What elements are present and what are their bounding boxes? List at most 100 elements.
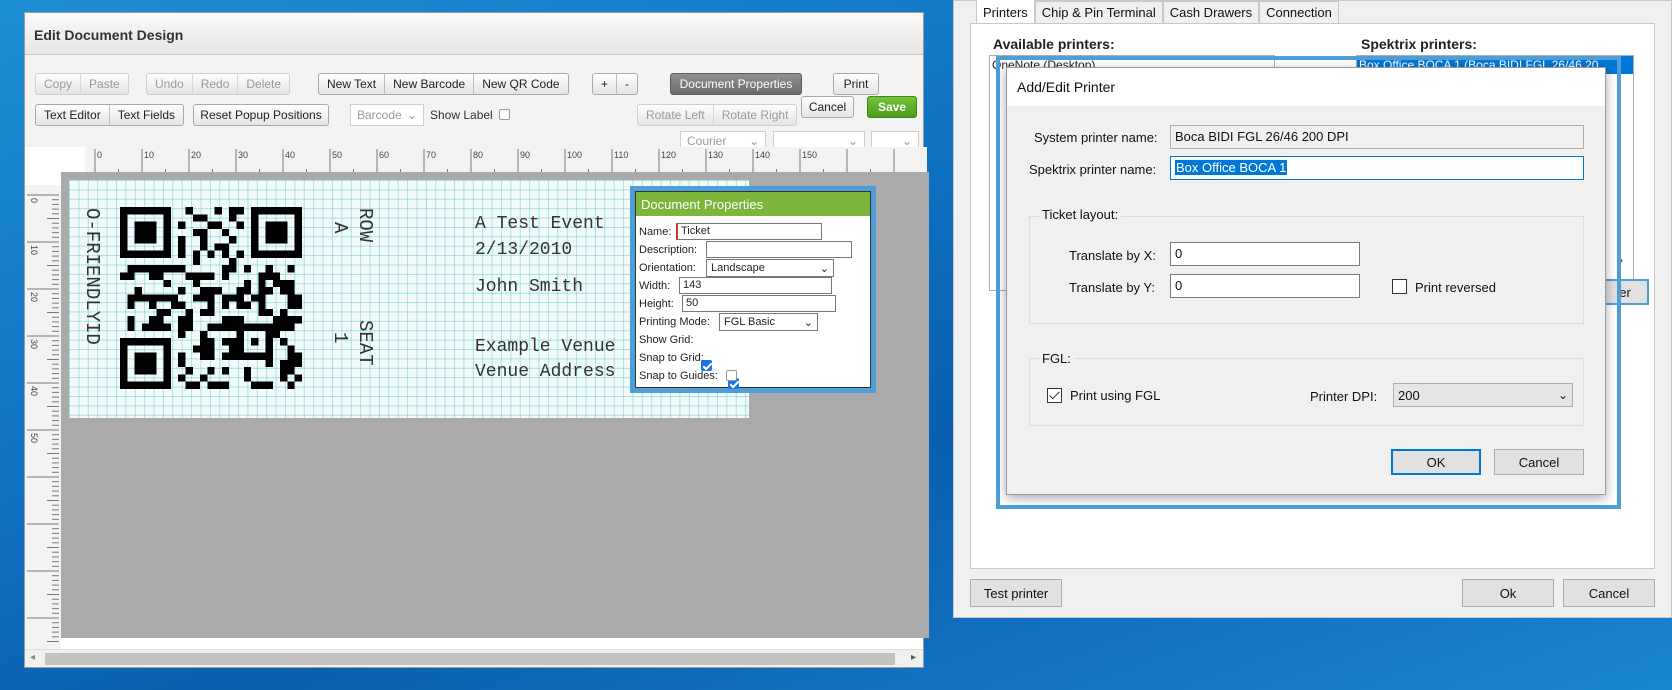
new-text-button[interactable]: New Text: [319, 74, 386, 94]
qr-module: [294, 359, 302, 368]
delete-button[interactable]: Delete: [238, 74, 289, 94]
print-using-fgl-checkbox[interactable]: [1047, 388, 1062, 403]
customer-name-text[interactable]: John Smith: [475, 277, 583, 297]
venue-address-text[interactable]: Venue Address: [475, 362, 615, 382]
description-input[interactable]: [706, 241, 852, 258]
show-label-checkbox[interactable]: [499, 109, 510, 120]
height-input[interactable]: 50: [682, 295, 836, 312]
name-input[interactable]: Ticket: [676, 223, 822, 240]
qr-module: [134, 381, 142, 389]
qr-module: [214, 221, 222, 229]
chevron-down-icon: ⌄: [901, 134, 912, 148]
text-editor-button[interactable]: Text Editor: [36, 105, 110, 125]
horizontal-scrollbar[interactable]: ◂ ▸: [25, 649, 923, 667]
qr-code[interactable]: [120, 207, 302, 389]
ok-button[interactable]: OK: [1391, 449, 1481, 475]
document-properties-button[interactable]: Document Properties: [670, 73, 802, 95]
system-printer-input[interactable]: Boca BIDI FGL 26/46 200 DPI: [1170, 125, 1584, 149]
test-printer-button[interactable]: Test printer: [970, 579, 1062, 607]
rotate-right-button[interactable]: Rotate Right: [714, 105, 797, 125]
qr-module: [200, 330, 208, 339]
qr-module: [214, 243, 222, 251]
ruler-label: 90: [520, 150, 530, 160]
snap-to-guides-checkbox[interactable]: [726, 370, 737, 381]
cancel-button[interactable]: Cancel: [1494, 449, 1584, 475]
qr-module: [156, 272, 164, 280]
tab-chip-pin-terminal[interactable]: Chip & Pin Terminal: [1034, 1, 1163, 23]
qr-module: [287, 301, 295, 309]
print-reversed-checkbox[interactable]: [1392, 279, 1407, 294]
qr-module: [192, 214, 201, 222]
scroll-right-icon[interactable]: ▸: [911, 652, 916, 663]
qr-module: [163, 338, 171, 346]
row-label[interactable]: ROW: [354, 208, 376, 242]
rotate-left-button[interactable]: Rotate Left: [638, 105, 714, 125]
qr-module: [120, 214, 128, 222]
qr-module: [272, 330, 281, 339]
orientation-select[interactable]: Landscape ⌄: [706, 259, 834, 277]
qr-module: [127, 323, 135, 331]
ruler-label: 0: [97, 150, 102, 160]
tab-printers[interactable]: Printers: [976, 0, 1035, 23]
qr-module: [221, 367, 230, 375]
spektrix-printer-input[interactable]: Box Office BOCA 1: [1170, 156, 1584, 180]
row-value[interactable]: A: [329, 222, 351, 233]
width-input[interactable]: 143: [679, 277, 832, 294]
friendly-id-text[interactable]: O-FRIENDLYID: [81, 208, 103, 398]
qr-module: [258, 381, 266, 389]
ruler-label: 70: [426, 150, 436, 160]
qr-module: [229, 352, 237, 360]
ruler-label: 60: [379, 150, 389, 160]
qr-module: [294, 250, 302, 258]
venue-text[interactable]: Example Venue: [475, 337, 615, 357]
qr-module: [178, 221, 186, 229]
tab-connection[interactable]: Connection: [1259, 1, 1339, 23]
zoom-out-button[interactable]: -: [617, 74, 637, 94]
qr-module: [207, 221, 215, 229]
qr-module: [258, 294, 266, 302]
translate-y-input[interactable]: 0: [1170, 274, 1360, 298]
printer-dpi-label: Printer DPI:: [1310, 389, 1378, 404]
event-date-text[interactable]: 2/13/2010: [475, 240, 572, 260]
qr-module: [221, 272, 230, 280]
dialog-title: Add/Edit Printer: [1007, 68, 1605, 106]
reset-popup-positions-button[interactable]: Reset Popup Positions: [193, 104, 329, 126]
paste-button[interactable]: Paste: [81, 74, 128, 94]
ok-button[interactable]: Ok: [1462, 579, 1554, 607]
qr-module: [127, 316, 135, 324]
cancel-button[interactable]: Cancel: [1563, 579, 1655, 607]
zoom-in-button[interactable]: +: [593, 74, 618, 94]
redo-button[interactable]: Redo: [193, 74, 239, 94]
event-name-text[interactable]: A Test Event: [475, 214, 605, 234]
save-button[interactable]: Save: [867, 96, 917, 118]
qr-module: [229, 294, 237, 302]
printing-mode-select[interactable]: FGL Basic ⌄: [719, 313, 818, 331]
new-qr-code-button[interactable]: New QR Code: [474, 74, 567, 94]
qr-module: [272, 279, 281, 288]
qr-module: [185, 316, 193, 324]
scrollbar-thumb[interactable]: [45, 653, 895, 665]
translate-x-input[interactable]: 0: [1170, 242, 1360, 266]
spektrix-printers-label: Spektrix printers:: [1361, 36, 1477, 52]
qr-module: [221, 228, 230, 237]
copy-button[interactable]: Copy: [36, 74, 82, 94]
undo-button[interactable]: Undo: [147, 74, 193, 94]
seat-label[interactable]: SEAT: [354, 320, 376, 366]
description-label: Description:: [639, 244, 698, 256]
qr-module: [149, 359, 157, 368]
print-button[interactable]: Print: [833, 73, 879, 95]
translate-y-label: Translate by Y:: [1069, 280, 1155, 295]
cancel-button[interactable]: Cancel: [801, 96, 854, 118]
scroll-left-icon[interactable]: ◂: [30, 652, 35, 663]
barcode-type-select[interactable]: Barcode ⌄: [350, 104, 424, 126]
qr-module: [287, 294, 295, 302]
text-fields-button[interactable]: Text Fields: [110, 105, 183, 125]
available-printers-label: Available printers:: [993, 36, 1115, 52]
printer-dpi-select[interactable]: 200 ⌄: [1393, 383, 1573, 407]
qr-module: [207, 381, 215, 389]
tab-cash-drawers[interactable]: Cash Drawers: [1162, 1, 1260, 23]
qr-module: [294, 214, 302, 222]
new-barcode-button[interactable]: New Barcode: [385, 74, 475, 94]
seat-value[interactable]: 1: [329, 332, 351, 343]
qr-module: [163, 359, 171, 368]
